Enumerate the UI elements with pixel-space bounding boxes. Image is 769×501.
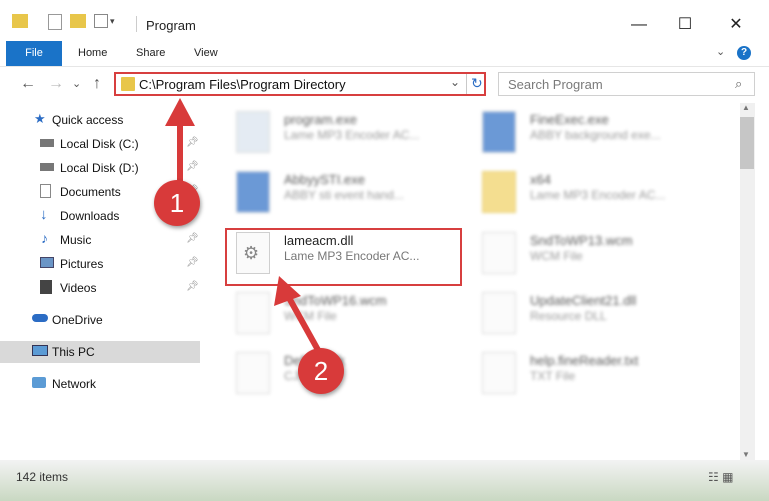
step-callout-2: 2 (298, 348, 344, 394)
annotation-arrows (165, 98, 321, 352)
arrow-head (274, 276, 301, 306)
step-callout-1: 1 (154, 180, 200, 226)
arrow-head (165, 98, 195, 126)
arrow-shaft (285, 294, 321, 352)
